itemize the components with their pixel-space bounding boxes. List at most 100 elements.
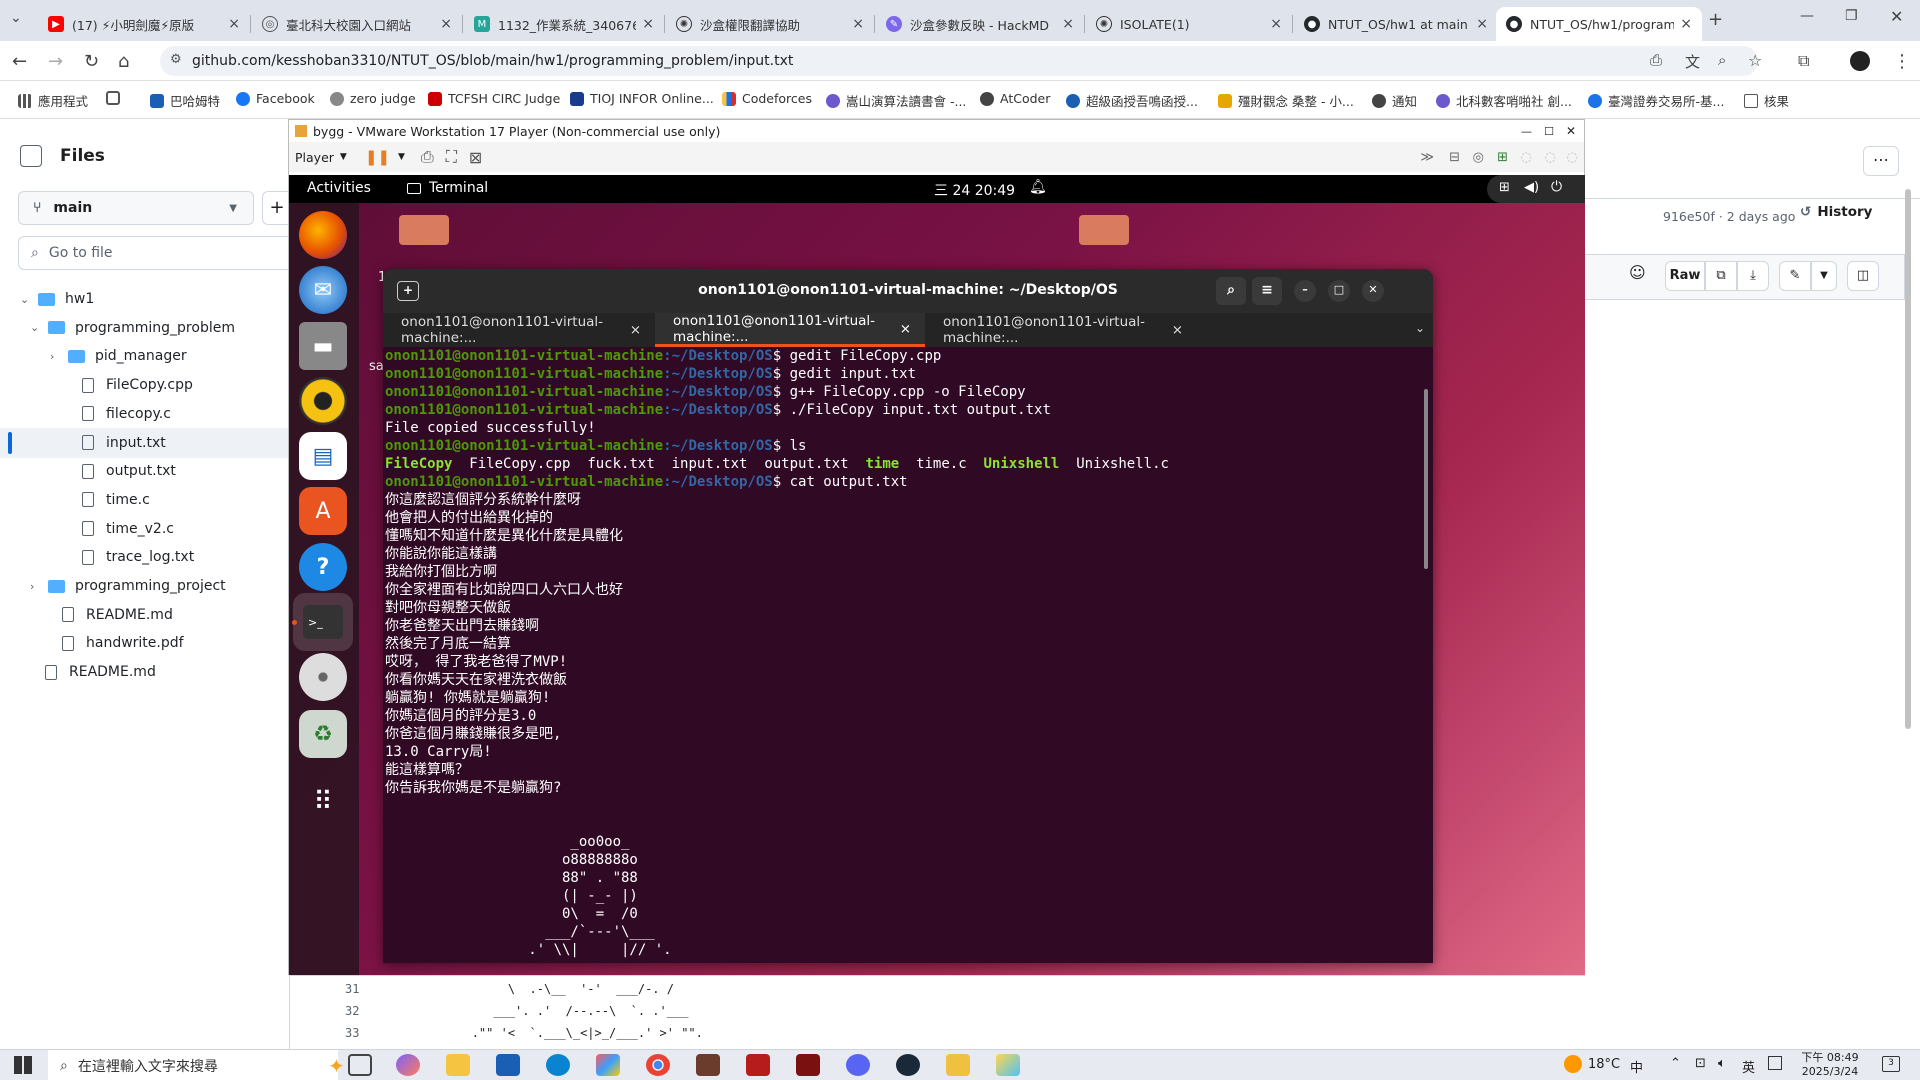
power-icon[interactable]: ⏻ [1551,179,1562,195]
browser-tab[interactable]: ✎ 沙盒參數反映 - HackMD × [876,7,1084,41]
close-icon[interactable]: × [440,16,452,32]
terminal-tab[interactable]: onon1101@onon1101-virtual-machine:... × [925,313,1197,347]
translate-icon[interactable]: 文 [1685,51,1700,72]
bookmark-item[interactable]: 臺灣證券交易所-基... [1588,91,1724,110]
bookmark-item[interactable]: 殭財觀念 桑整 - 小... [1218,91,1354,110]
close-icon[interactable]: × [900,321,911,337]
restore-icon[interactable]: ❐ [1845,8,1858,24]
terminal-output[interactable]: onon1101@onon1101-virtual-machine:~/Desk… [383,347,1423,963]
address-bar[interactable]: ⚙ github.com/kesshoban3310/NTUT_OS/blob/… [160,46,1758,76]
weather-temp[interactable]: 18°C [1588,1057,1620,1072]
help-icon[interactable]: ? [299,543,347,591]
close-window-icon[interactable]: ✕ [1890,7,1903,26]
bookmark-folder[interactable]: 核果 [1744,91,1789,110]
close-icon[interactable]: × [642,16,654,32]
close-icon[interactable]: × [1172,322,1183,338]
bookmark-item[interactable]: Facebook [236,91,315,106]
tree-folder[interactable]: ⌄ programming_problem [0,313,290,343]
tree-folder[interactable]: › pid_manager [0,341,290,371]
tree-file[interactable]: README.md [0,657,290,687]
task-view-icon[interactable] [348,1054,372,1076]
raw-button[interactable]: Raw [1665,261,1705,291]
system-clock[interactable]: 下午 08:49 2025/3/24 [1800,1051,1860,1079]
show-apps-icon[interactable]: ⠿ [299,778,347,826]
download-icon[interactable]: ⤓ [1737,261,1769,291]
device-icon[interactable]: ⊟ [1449,150,1460,165]
file-explorer-icon[interactable] [446,1054,470,1076]
store-icon[interactable] [496,1054,520,1076]
reload-icon[interactable]: ↻ [84,51,99,72]
tree-file[interactable]: filecopy.c [0,399,290,429]
usb-icon[interactable]: ◌ [1521,150,1532,165]
chrome-icon[interactable] [646,1054,670,1076]
m365-icon[interactable] [596,1054,620,1076]
bookmark-item[interactable]: 超級函授吾鳴函授... [1066,91,1198,110]
menu-kebab-icon[interactable]: ⋮ [1893,51,1911,72]
browser-tab-active[interactable]: ● NTUT_OS/hw1/program × [1496,7,1702,41]
minimize-icon[interactable]: — [1521,125,1532,138]
browser-tab[interactable]: ● NTUT_OS/hw1 at main × [1294,7,1498,41]
minimize-icon[interactable]: — [1800,8,1814,24]
new-tab-icon[interactable]: + [1708,9,1723,30]
site-info-icon[interactable]: ⚙ [170,52,182,67]
maximize-icon[interactable]: □ [1328,280,1350,302]
steam-icon[interactable] [896,1054,920,1076]
forward-icon[interactable]: → [48,51,63,72]
bookmark-item[interactable]: TIOJ INFOR Online... [570,91,714,106]
activities-button[interactable]: Activities [307,180,371,196]
tab-search-icon[interactable]: ⌄ [10,10,22,26]
browser-tab[interactable]: ✺ 沙盒權限翻譯協助 × [666,7,874,41]
back-icon[interactable]: ← [12,51,27,72]
clock[interactable]: 三 24 20:49 [934,180,1015,200]
trash-icon[interactable]: ♻ [299,710,347,758]
avatar[interactable] [1850,51,1870,71]
cd-icon[interactable]: ◎ [1473,150,1484,165]
bookmark-item[interactable]: 巴哈姆特 [150,91,220,110]
browser-tab[interactable]: ◎ 臺北科大校園入口網站 × [252,7,462,41]
bookmark-item[interactable]: AtCoder [980,91,1050,106]
tree-file[interactable]: time.c [0,485,290,515]
send-ctrl-alt-del-icon[interactable]: ⎙ [421,147,434,167]
caret-down-icon[interactable]: ▼ [1811,261,1837,291]
volume-icon[interactable]: 🔈︎ [1718,1056,1726,1071]
files-icon[interactable]: ▬ [299,322,347,370]
dvd-icon[interactable] [299,653,347,701]
terminal-scrollbar[interactable] [1424,389,1428,569]
bookmark-item[interactable]: 通知 [1372,91,1417,110]
tree-file[interactable]: time_v2.c [0,514,290,544]
app-icon[interactable] [746,1054,770,1076]
close-icon[interactable]: × [1680,16,1692,32]
tree-folder[interactable]: › programming_project [0,571,290,601]
close-icon[interactable]: × [630,322,641,338]
close-icon[interactable]: × [1270,16,1282,32]
bookmark-item[interactable]: Codeforces [722,91,812,106]
zoom-icon[interactable]: ⌕ [1718,51,1726,69]
tree-file[interactable]: input.txt [0,427,290,458]
terminal-tab[interactable]: onon1101@onon1101-virtual-machine:... × [383,313,655,347]
chevron-right-icon[interactable]: › [30,580,48,593]
sound-icon[interactable]: ◌ [1545,150,1556,165]
tree-file[interactable]: handwrite.pdf [0,628,290,658]
tree-file[interactable]: FileCopy.cpp [0,370,290,400]
app-menu[interactable]: Terminal [407,180,488,196]
more-options-button[interactable]: ⋯ [1863,146,1899,176]
browser-tab[interactable]: M 1132_作業系統_340676 × [464,7,664,41]
app-center-icon[interactable]: A [299,487,347,535]
chevron-down-icon[interactable]: ⌄ [30,321,48,334]
taskbar-search-input[interactable]: ⌕ 在這裡輸入文字來搜尋 ✦ [48,1050,345,1080]
bookmark-item[interactable]: TCFSH CIRC Judge [428,91,560,106]
ime-indicator[interactable]: 中 [1630,1057,1643,1076]
minimize-icon[interactable]: – [1294,280,1316,302]
bookmark-item[interactable]: 嵩山演算法讀書會 -... [826,91,966,110]
writer-icon[interactable]: ▤ [299,432,347,480]
copy-icon[interactable]: ⧉ [1705,261,1737,291]
browser-tab[interactable]: ▶ (17) ⚡小明劍魔⚡原版 × [38,7,250,41]
rhythmbox-icon[interactable] [299,377,347,425]
search-icon[interactable]: ⌕ [1216,277,1246,305]
close-icon[interactable]: × [852,16,864,32]
tree-file[interactable]: trace_log.txt [0,542,290,572]
go-to-file-input[interactable]: ⌕ Go to file [18,236,298,270]
bookmark-grid[interactable] [106,91,126,105]
bookmark-item[interactable]: zero judge [330,91,416,106]
close-icon[interactable]: × [228,16,240,32]
